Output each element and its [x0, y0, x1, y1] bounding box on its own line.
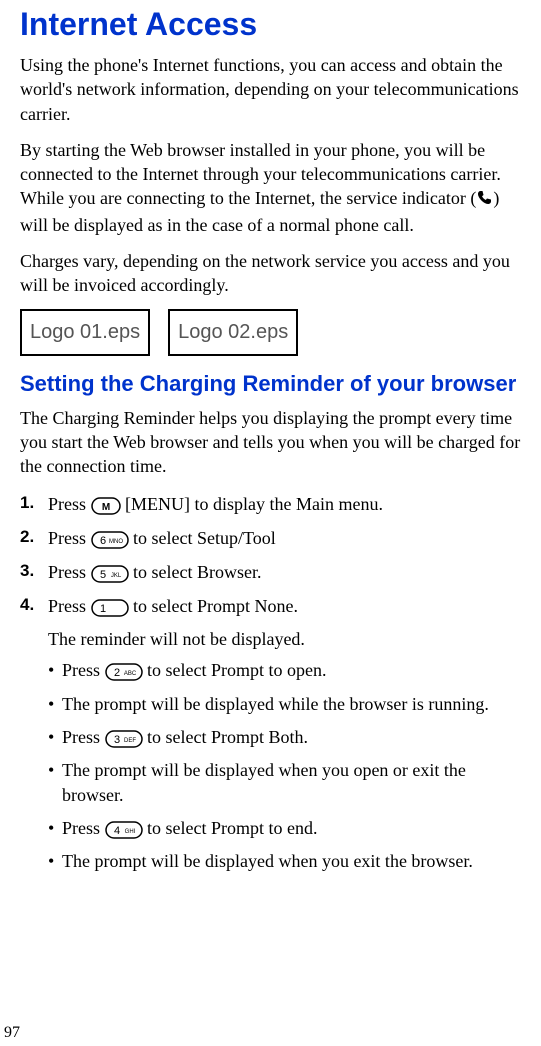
svg-text:3: 3 — [113, 734, 119, 746]
step-text-b: [MENU] to display the Main menu. — [121, 494, 383, 514]
step-text-a: Press — [48, 562, 91, 582]
section-para: The Charging Reminder helps you displayi… — [20, 406, 521, 479]
key-4-icon: 4 GHI — [105, 821, 143, 839]
step-num: 3. — [20, 559, 34, 584]
bullet-6: The prompt will be displayed when you ex… — [48, 849, 521, 874]
step-text-b: to select Prompt None. — [129, 596, 298, 616]
step-text-a: Press — [48, 528, 91, 548]
svg-text:ABC: ABC — [123, 671, 136, 677]
key-6-icon: 6 MNO — [91, 531, 129, 549]
intro-para-3: Charges vary, depending on the network s… — [20, 249, 521, 298]
bullet-5: Press 4 GHI to select Prompt to end. — [48, 816, 521, 841]
step-text-a: Press — [48, 494, 91, 514]
svg-text:5: 5 — [99, 569, 105, 581]
bullet-text-a: Press — [62, 660, 105, 680]
svg-text:MNO: MNO — [109, 539, 123, 545]
bullet-text-a: Press — [62, 818, 105, 838]
step-1: 1. Press M [MENU] to display the Main me… — [20, 491, 521, 517]
step-text-a: Press — [48, 596, 91, 616]
bullet-text-b: to select Prompt to end. — [143, 818, 318, 838]
step-4: 4. Press 1 to select Prompt None. — [20, 593, 521, 619]
step-num: 4. — [20, 593, 34, 618]
section-heading: Setting the Charging Reminder of your br… — [20, 370, 521, 398]
bullet-text-b: to select Prompt Both. — [143, 727, 309, 747]
bullet-2: The prompt will be displayed while the b… — [48, 692, 521, 717]
key-5-icon: 5 JKL — [91, 565, 129, 583]
page-title: Internet Access — [20, 6, 521, 43]
svg-text:2: 2 — [113, 667, 119, 679]
step-num: 2. — [20, 525, 34, 550]
svg-text:4: 4 — [113, 825, 119, 837]
step-4-sub: The reminder will not be displayed. — [48, 627, 521, 652]
service-indicator-icon — [476, 188, 493, 212]
key-2-icon: 2 ABC — [105, 663, 143, 681]
bullet-3: Press 3 DEF to select Prompt Both. — [48, 725, 521, 750]
bullet-list: Press 2 ABC to select Prompt to open. The… — [48, 658, 521, 874]
bullet-text-b: to select Prompt to open. — [143, 660, 327, 680]
intro-para-2: By starting the Web browser installed in… — [20, 138, 521, 237]
step-text-b: to select Setup/Tool — [129, 528, 276, 548]
step-num: 1. — [20, 491, 34, 516]
svg-text:6: 6 — [99, 535, 105, 547]
logo-01: Logo 01.eps — [20, 309, 150, 356]
svg-text:M: M — [101, 502, 109, 513]
para2-text-a: By starting the Web browser installed in… — [20, 140, 501, 209]
svg-text:1: 1 — [99, 603, 105, 615]
key-1-icon: 1 — [91, 599, 129, 617]
bullet-1: Press 2 ABC to select Prompt to open. — [48, 658, 521, 683]
page-number: 97 — [4, 1024, 20, 1042]
logo-02: Logo 02.eps — [168, 309, 298, 356]
svg-text:GHI: GHI — [124, 829, 135, 835]
bullet-4: The prompt will be displayed when you op… — [48, 758, 521, 808]
intro-para-1: Using the phone's Internet functions, yo… — [20, 53, 521, 126]
step-text-b: to select Browser. — [129, 562, 262, 582]
steps-list: 1. Press M [MENU] to display the Main me… — [20, 491, 521, 619]
step-2: 2. Press 6 MNO to select Setup/Tool — [20, 525, 521, 551]
step-3: 3. Press 5 JKL to select Browser. — [20, 559, 521, 585]
key-3-icon: 3 DEF — [105, 730, 143, 748]
bullet-text-a: Press — [62, 727, 105, 747]
key-m-icon: M — [91, 497, 121, 515]
logos-row: Logo 01.eps Logo 02.eps — [20, 309, 521, 356]
svg-text:JKL: JKL — [110, 573, 121, 579]
svg-text:DEF: DEF — [124, 738, 136, 744]
